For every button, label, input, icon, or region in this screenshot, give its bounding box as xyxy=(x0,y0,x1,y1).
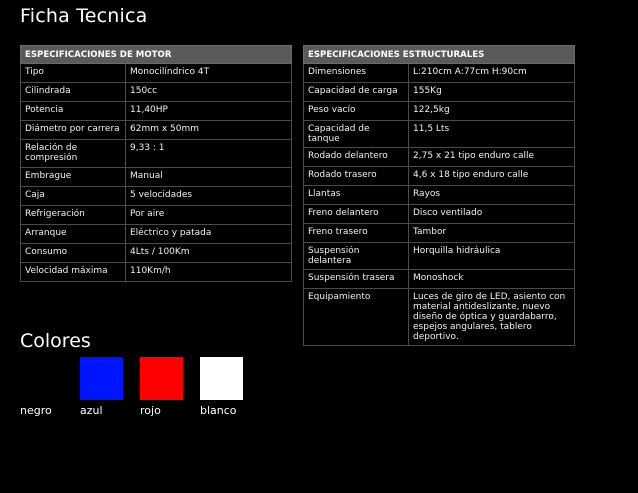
spec-value: 11,40HP xyxy=(124,101,293,121)
table-row: Rodado delantero 2,75 x 21 tipo enduro ca… xyxy=(303,147,575,167)
spec-value: 155Kg xyxy=(408,82,575,102)
color-label: negro xyxy=(20,404,52,417)
spec-label: Tipo xyxy=(20,63,126,83)
color-label: blanco xyxy=(200,404,237,417)
spec-value: 11,5 Lts xyxy=(408,120,575,148)
spec-value: Monoshock xyxy=(408,269,575,289)
table-row: Dimensiones L:210cm A:77cm H:90cm xyxy=(303,63,575,83)
table-row: Suspensión delantera Horquilla hidráulica xyxy=(303,242,575,270)
colors-title: Colores xyxy=(20,330,91,352)
structural-specs-table: ESPECIFICACIONES ESTRUCTURALES Dimension… xyxy=(303,45,575,346)
spec-label: Diámetro por carrera xyxy=(20,120,126,140)
spec-value: 150cc xyxy=(124,82,293,102)
table-row: Velocidad máxima 110Km/h xyxy=(20,262,293,282)
table-row: Arranque Eléctrico y patada xyxy=(20,224,293,244)
table-row: Freno trasero Tambor xyxy=(303,223,575,243)
color-option-rojo[interactable]: rojo xyxy=(140,357,200,417)
table-row: Refrigeración Por aire xyxy=(20,205,293,225)
color-label: azul xyxy=(80,404,103,417)
spec-value: 4Lts / 100Km xyxy=(124,243,293,263)
spec-value: Rayos xyxy=(408,185,575,205)
spec-label: Suspensión delantera xyxy=(303,242,409,270)
table-row: Relación de compresión 9,33 : 1 xyxy=(20,139,293,168)
spec-label: Embrague xyxy=(20,167,126,187)
table-row: Cilindrada 150cc xyxy=(20,82,293,102)
spec-label: Consumo xyxy=(20,243,126,263)
spec-value: Disco ventilado xyxy=(408,204,575,224)
spec-value: 122,5kg xyxy=(408,101,575,121)
spec-label: Arranque xyxy=(20,224,126,244)
color-swatch[interactable] xyxy=(200,357,243,400)
spec-label: Caja xyxy=(20,186,126,206)
table-row: Embrague Manual xyxy=(20,167,293,187)
spec-label: Peso vacío xyxy=(303,101,409,121)
spec-label: Rodado delantero xyxy=(303,147,409,167)
color-option-azul[interactable]: azul xyxy=(80,357,140,417)
color-swatch[interactable] xyxy=(140,357,183,400)
spec-label: Suspensión trasera xyxy=(303,269,409,289)
spec-value: Luces de giro de LED, asiento con materi… xyxy=(408,288,575,346)
table-row: Peso vacío 122,5kg xyxy=(303,101,575,121)
table-row: Caja 5 velocidades xyxy=(20,186,293,206)
table-row: Consumo 4Lts / 100Km xyxy=(20,243,293,263)
spec-value: Horquilla hidráulica xyxy=(408,242,575,270)
spec-value: Tambor xyxy=(408,223,575,243)
spec-label: Relación de compresión xyxy=(20,139,126,168)
spec-label: Rodado trasero xyxy=(303,166,409,186)
table-row: Rodado trasero 4,6 x 18 tipo enduro calle xyxy=(303,166,575,186)
spec-label: Cilindrada xyxy=(20,82,126,102)
spec-label: Llantas xyxy=(303,185,409,205)
spec-value: 4,6 x 18 tipo enduro calle xyxy=(408,166,575,186)
spec-value: Manual xyxy=(124,167,293,187)
spec-value: 2,75 x 21 tipo enduro calle xyxy=(408,147,575,167)
structural-specs-header: ESPECIFICACIONES ESTRUCTURALES xyxy=(303,45,575,64)
table-row: Capacidad de carga 155Kg xyxy=(303,82,575,102)
motor-specs-header: ESPECIFICACIONES DE MOTOR xyxy=(19,45,293,64)
table-row: Capacidad de tanque 11,5 Lts xyxy=(303,120,575,148)
table-row: Tipo Monocilíndrico 4T xyxy=(20,63,293,83)
table-row: Suspensión trasera Monoshock xyxy=(303,269,575,289)
spec-value: 9,33 : 1 xyxy=(124,139,293,168)
table-row: Llantas Rayos xyxy=(303,185,575,205)
spec-value: Por aire xyxy=(124,205,293,225)
spec-value: Monocilíndrico 4T xyxy=(124,63,293,83)
table-row: Diámetro por carrera 62mm x 50mm xyxy=(20,120,293,140)
spec-label: Potencia xyxy=(20,101,126,121)
spec-value: 5 velocidades xyxy=(124,186,293,206)
spec-label: Refrigeración xyxy=(20,205,126,225)
table-row: Freno delantero Disco ventilado xyxy=(303,204,575,224)
spec-label: Freno trasero xyxy=(303,223,409,243)
spec-label: Capacidad de tanque xyxy=(303,120,409,148)
color-swatch[interactable] xyxy=(80,357,123,400)
spec-value: Eléctrico y patada xyxy=(124,224,293,244)
spec-value: 110Km/h xyxy=(124,262,293,282)
color-option-negro[interactable]: negro xyxy=(20,357,80,417)
color-swatch[interactable] xyxy=(20,357,63,400)
spec-label: Velocidad máxima xyxy=(20,262,126,282)
spec-label: Dimensiones xyxy=(303,63,409,83)
color-option-blanco[interactable]: blanco xyxy=(200,357,260,417)
spec-value: L:210cm A:77cm H:90cm xyxy=(408,63,575,83)
color-label: rojo xyxy=(140,404,161,417)
table-row: Potencia 11,40HP xyxy=(20,101,293,121)
spec-label: Equipamiento xyxy=(303,288,409,346)
spec-label: Freno delantero xyxy=(303,204,409,224)
page-title: Ficha Tecnica xyxy=(20,5,148,27)
spec-value: 62mm x 50mm xyxy=(124,120,293,140)
table-row: Equipamiento Luces de giro de LED, asient… xyxy=(303,288,575,346)
spec-label: Capacidad de carga xyxy=(303,82,409,102)
motor-specs-table: ESPECIFICACIONES DE MOTOR Tipo Monocilínd… xyxy=(19,45,293,282)
